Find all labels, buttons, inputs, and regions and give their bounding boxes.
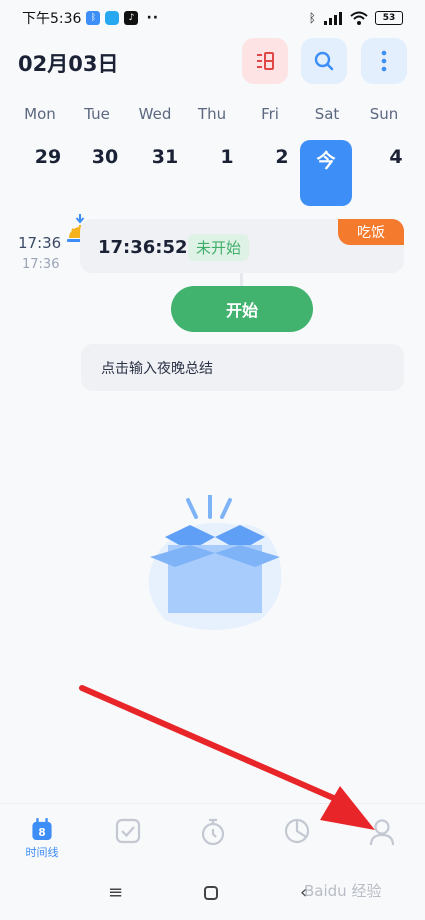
annotation-arrow	[79, 685, 375, 830]
search-icon	[314, 51, 334, 71]
page-title: 02月03日	[18, 52, 119, 76]
menu-nav-icon[interactable]: ≡	[108, 882, 123, 903]
day-cell-today[interactable]: 今	[300, 140, 352, 206]
more-button[interactable]	[361, 38, 407, 84]
bluetooth-icon: ᛒ	[308, 11, 316, 25]
weekday-label: Thu	[197, 105, 227, 123]
weekday-label: Sat	[314, 105, 340, 123]
watermark: Baidu 经验	[304, 882, 382, 900]
tab-statistics[interactable]	[277, 818, 317, 860]
day-cell[interactable]: 30	[80, 140, 130, 206]
battery-icon: 53	[375, 11, 403, 25]
tab-profile[interactable]	[362, 818, 402, 860]
bottom-navigation: 8 时间线	[0, 803, 425, 863]
day-cell[interactable]: 4	[371, 140, 421, 206]
day-cell[interactable]: 31	[140, 140, 190, 206]
timeline-connector	[240, 273, 243, 287]
stopwatch-icon	[201, 818, 225, 846]
empty-box-illustration	[148, 495, 282, 630]
entry-time-secondary: 17:36	[22, 257, 60, 272]
tab-timeline-label: 时间线	[25, 846, 59, 859]
app-notification-icon	[105, 11, 120, 25]
calendar-number: 8	[38, 827, 45, 839]
tab-tasks[interactable]	[108, 818, 148, 860]
weekday-label: Sun	[369, 105, 399, 123]
home-nav-icon[interactable]	[204, 886, 218, 900]
header: 02月03日	[0, 38, 425, 86]
entry-time: 17:36	[18, 234, 62, 252]
checkbox-icon	[115, 818, 141, 844]
tab-timeline[interactable]: 8 时间线	[22, 818, 62, 860]
status-bar: 下午5:36 ᛒ ♪ ·· ᛒ 53	[0, 0, 425, 36]
user-icon	[369, 819, 395, 846]
more-vertical-icon	[381, 50, 387, 72]
start-button[interactable]: 开始	[171, 286, 313, 332]
more-notifications-indicator: ··	[146, 10, 160, 26]
weekday-label: Fri	[261, 105, 279, 123]
category-tag[interactable]: 吃饭	[338, 219, 404, 245]
app-screen: 下午5:36 ᛒ ♪ ·· ᛒ 53 02月03日 Mon Tue Wed Th…	[0, 0, 425, 920]
tiktok-icon: ♪	[124, 11, 139, 25]
tab-timer[interactable]	[193, 818, 233, 860]
weekday-label: Tue	[84, 105, 110, 123]
day-cell[interactable]: 29	[23, 140, 73, 206]
signal-icon	[324, 11, 342, 25]
bluetooth-app-icon: ᛒ	[86, 11, 101, 25]
leaderboard-icon	[257, 52, 274, 70]
weekday-label: Wed	[138, 105, 172, 123]
wifi-icon	[350, 11, 368, 25]
weekday-label: Mon	[24, 105, 56, 123]
status-right: ᛒ 53	[309, 11, 403, 25]
pie-chart-icon	[284, 818, 310, 844]
status-badge: 未开始	[188, 234, 250, 261]
search-button[interactable]	[301, 38, 347, 84]
status-time: 下午5:36	[22, 11, 82, 27]
leaderboard-button[interactable]	[242, 38, 288, 84]
event-card[interactable]: 17:36:52 未开始 吃饭	[80, 219, 404, 273]
week-day-selector: 29 30 31 1 2 今 4	[0, 140, 425, 206]
weekday-labels: Mon Tue Wed Thu Fri Sat Sun	[0, 105, 425, 125]
day-cell[interactable]: 1	[202, 140, 252, 206]
event-start-time: 17:36:52	[98, 237, 188, 258]
night-summary-input[interactable]: 点击输入夜晚总结	[81, 344, 404, 391]
calendar-icon: 8	[32, 818, 52, 841]
